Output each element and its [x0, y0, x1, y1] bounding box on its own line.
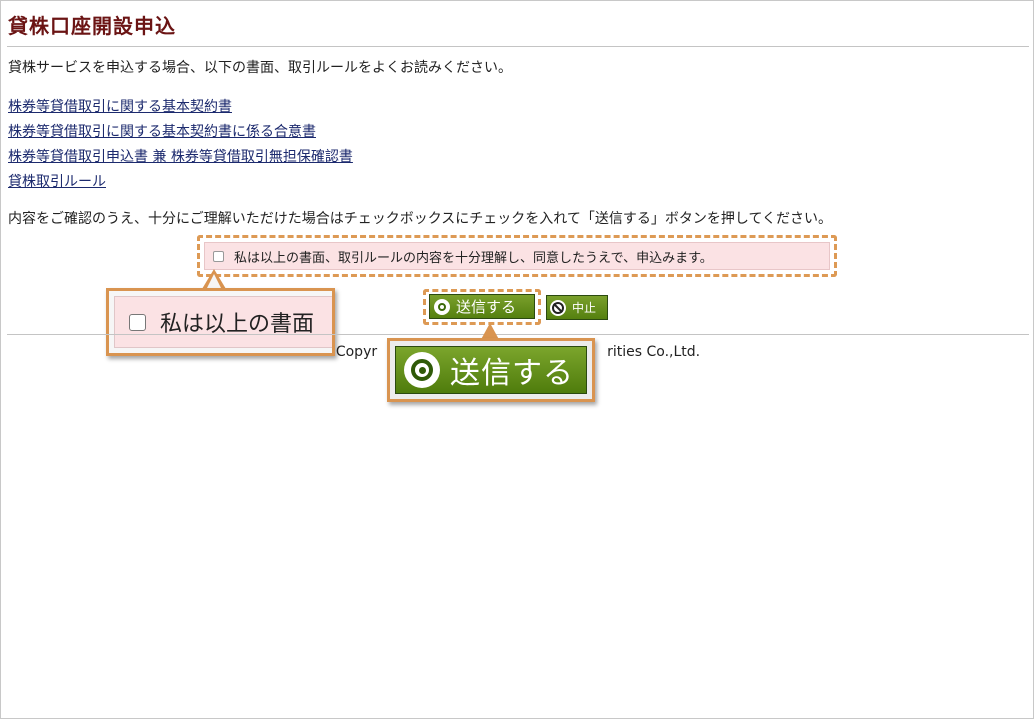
- agree-checkbox[interactable]: [213, 250, 224, 262]
- send-button[interactable]: 送信する: [429, 294, 535, 319]
- list-item: 貸株取引ルール: [8, 171, 353, 196]
- document-link-list: 株券等貸借取引に関する基本契約書 株券等貸借取引に関する基本契約書に係る合意書 …: [8, 96, 353, 196]
- link-lending-rules[interactable]: 貸株取引ルール: [8, 174, 106, 190]
- confirm-instructions: 内容をご確認のうえ、十分にご理解いただけた場合はチェックボックスにチェックを入れ…: [8, 211, 833, 227]
- agree-checkbox-label: 私は以上の書面、取引ルールの内容を十分理解し、同意したうえで、申込みます。: [234, 250, 713, 266]
- link-agreement-addendum[interactable]: 株券等貸借取引に関する基本契約書に係る合意書: [8, 124, 316, 140]
- footer-divider: [7, 334, 1029, 335]
- zoomed-checkbox: [129, 313, 146, 331]
- list-item: 株券等貸借取引に関する基本契約書: [8, 96, 353, 121]
- agree-zoom-row: 私は以上の書面: [114, 296, 332, 348]
- page-title: 貸株口座開設申込: [8, 14, 176, 38]
- send-button-label: 送信する: [456, 299, 517, 316]
- list-item: 株券等貸借取引申込書 兼 株券等貸借取引無担保確認書: [8, 146, 353, 171]
- copyright-left: Copyr: [335, 344, 378, 360]
- link-basic-agreement[interactable]: 株券等貸借取引に関する基本契約書: [8, 99, 232, 115]
- no-entry-icon: [550, 299, 566, 316]
- cancel-button-label: 中止: [572, 301, 597, 315]
- target-circle-icon: [404, 352, 440, 388]
- target-circle-icon: [434, 298, 450, 315]
- intro-text: 貸株サービスを申込する場合、以下の書面、取引ルールをよくお読みください。: [8, 60, 512, 76]
- zoomed-send-label: 送信する: [450, 356, 574, 391]
- list-item: 株券等貸借取引に関する基本契約書に係る合意書: [8, 121, 353, 146]
- agree-highlight-frame: 私は以上の書面、取引ルールの内容を十分理解し、同意したうえで、申込みます。: [197, 235, 837, 277]
- copyright-right: rities Co.,Ltd.: [607, 344, 701, 360]
- send-zoom-callout: 送信する: [387, 338, 595, 402]
- title-divider: [7, 46, 1029, 47]
- cancel-button[interactable]: 中止: [546, 295, 608, 320]
- zoomed-send-button: 送信する: [395, 346, 587, 394]
- agree-checkbox-row[interactable]: 私は以上の書面、取引ルールの内容を十分理解し、同意したうえで、申込みます。: [204, 242, 830, 270]
- link-application-form[interactable]: 株券等貸借取引申込書 兼 株券等貸借取引無担保確認書: [8, 149, 353, 165]
- page-frame: 貸株口座開設申込 貸株サービスを申込する場合、以下の書面、取引ルールをよくお読み…: [0, 0, 1034, 719]
